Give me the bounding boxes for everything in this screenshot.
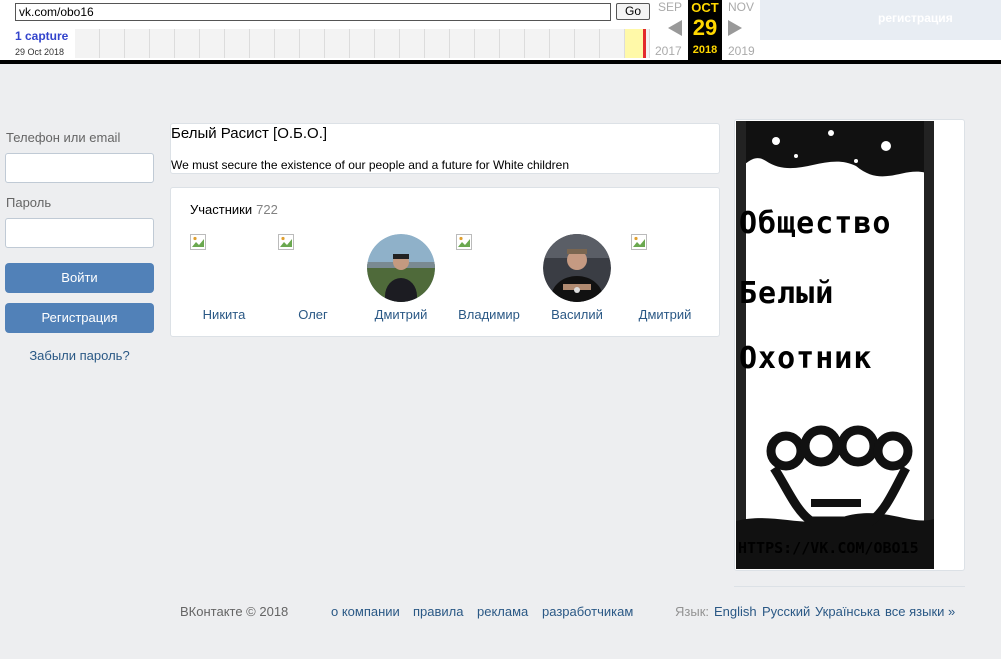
broken-image-icon	[278, 234, 294, 250]
member-name[interactable]: Владимир	[445, 307, 533, 322]
wayback-current-year: 2018	[692, 44, 718, 56]
wayback-next-month[interactable]: NOV	[728, 0, 754, 14]
password-input[interactable]	[5, 218, 154, 248]
phone-email-input[interactable]	[5, 153, 154, 183]
broken-image-icon	[190, 234, 206, 250]
toolbar-bottom-border	[0, 60, 1001, 64]
members-count: 722	[256, 202, 278, 217]
header-register-link[interactable]: регистрация	[878, 11, 953, 25]
poster-line-3: Охотник	[739, 341, 873, 376]
avatar[interactable]	[543, 234, 611, 302]
footer-link-ads[interactable]: реклама	[477, 604, 528, 619]
group-status: We must secure the existence of our peop…	[171, 158, 569, 172]
page-title: Белый Расист [О.Б.О.]	[171, 125, 328, 142]
member-name[interactable]: Василий	[533, 307, 621, 322]
member-name[interactable]: Дмитрий	[357, 307, 445, 322]
language-russian[interactable]: Русский	[762, 604, 810, 619]
footer-link-about[interactable]: о компании	[331, 604, 400, 619]
register-button[interactable]: Регистрация	[5, 303, 154, 333]
language-all[interactable]: все языки »	[885, 604, 955, 619]
password-label: Пароль	[6, 195, 52, 210]
language-ukrainian[interactable]: Українська	[815, 604, 880, 619]
wayback-next-year[interactable]: 2019	[728, 44, 755, 58]
footer-link-developers[interactable]: разработчикам	[542, 604, 633, 619]
wayback-next-arrow-icon[interactable]	[728, 20, 742, 36]
wayback-prev-year[interactable]: 2017	[655, 44, 682, 58]
forgot-password-link[interactable]: Забыли пароль?	[5, 348, 154, 363]
wayback-url-input[interactable]: vk.com/obo16	[15, 3, 611, 21]
footer-language-label: Язык:	[675, 604, 709, 619]
broken-image-icon	[631, 234, 647, 250]
member-name[interactable]: Дмитрий	[621, 307, 709, 322]
members-heading-label: Участники	[190, 202, 253, 217]
members-heading[interactable]: Участники 722	[190, 202, 278, 217]
poster-line-2: Белый	[739, 276, 835, 311]
poster-line-1: Общество	[739, 206, 892, 241]
wayback-go-button[interactable]: Go	[616, 3, 650, 20]
wayback-toolbar: vk.com/obo16 Go 1 capture 29 Oct 2018 SE…	[0, 0, 1001, 64]
member-name[interactable]: Олег	[269, 307, 357, 322]
right-column-divider	[734, 586, 965, 587]
wayback-sparkline-capture-mark	[643, 29, 646, 58]
broken-image-icon	[456, 234, 472, 250]
wayback-sparkline[interactable]	[75, 29, 650, 58]
wayback-capture-date: 29 Oct 2018	[15, 47, 65, 57]
wayback-prev-arrow-icon[interactable]	[668, 20, 682, 36]
group-cover-image[interactable]: Общество Белый Охотник HTTPS://VK.COM/OB…	[736, 121, 934, 569]
wayback-prev-month[interactable]: SEP	[658, 0, 682, 14]
phone-email-label: Телефон или email	[6, 130, 121, 145]
footer-copyright[interactable]: ВКонтакте © 2018	[180, 604, 288, 619]
wayback-sparkline-current-year	[625, 29, 643, 58]
wayback-current-month: OCT	[691, 0, 719, 15]
language-english[interactable]: English	[714, 604, 757, 619]
avatar[interactable]	[367, 234, 435, 302]
wayback-captures-link[interactable]: 1 capture	[15, 29, 68, 43]
wayback-current-date: OCT 29 2018	[688, 0, 722, 60]
footer-link-rules[interactable]: правила	[413, 604, 463, 619]
login-button[interactable]: Войти	[5, 263, 154, 293]
poster-url: HTTPS://VK.COM/OBO15	[738, 539, 919, 557]
wayback-current-day: 29	[692, 15, 718, 40]
member-name[interactable]: Никита	[180, 307, 268, 322]
